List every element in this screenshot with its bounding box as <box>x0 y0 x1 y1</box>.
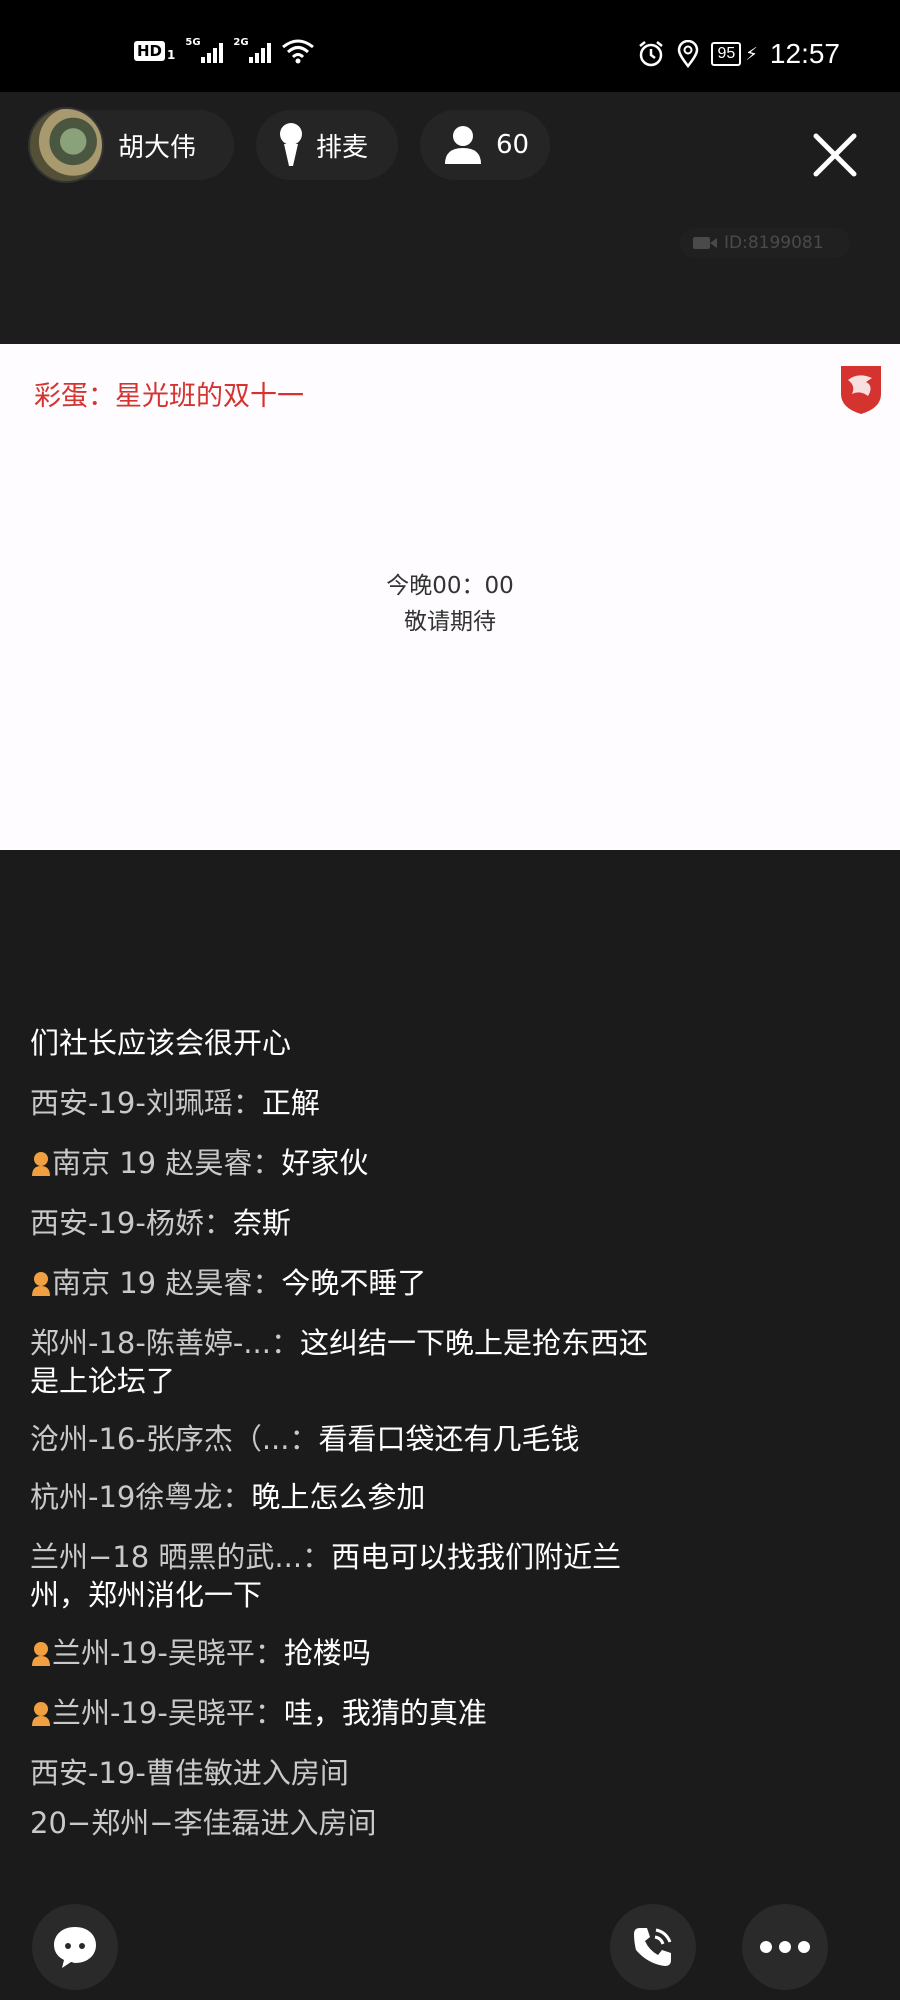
member-badge-icon <box>32 1642 50 1666</box>
chat-username[interactable]: 南京 19 赵昊睿： <box>52 1266 281 1300</box>
audience-count: 60 <box>496 130 530 160</box>
board-title: 彩蛋：星光班的双十一 <box>34 381 304 412</box>
chat-message: 西安-19-杨娇：奈斯 <box>30 1206 291 1240</box>
signal-5g-icon: 5G <box>185 37 224 63</box>
room-id: ID:8199081 <box>724 233 824 253</box>
host-avatar[interactable] <box>28 107 104 183</box>
join-notice: 西安-19-曹佳敏进入房间 <box>30 1756 349 1790</box>
chat-username[interactable]: 西安-19-杨娇： <box>30 1206 233 1240</box>
chat-message: 南京 19 赵昊睿：今晚不睡了 <box>30 1264 670 1302</box>
wifi-icon <box>282 39 315 64</box>
board-subtitle: 敬请期待 <box>404 609 496 635</box>
mic-queue-button[interactable]: 排麦 <box>256 110 398 180</box>
chat-username[interactable]: 兰州-19-吴晓平： <box>52 1636 284 1670</box>
board-time: 今晚00：00 <box>386 573 514 599</box>
member-badge-icon <box>32 1702 50 1726</box>
mic-queue-label: 排麦 <box>316 132 369 163</box>
more-dots-icon <box>760 1941 810 1953</box>
user-icon <box>445 126 481 164</box>
room-id-badge: ID:8199081 <box>680 228 850 258</box>
member-badge-icon <box>32 1272 50 1296</box>
msi-dragon-logo <box>841 366 881 414</box>
chat-message: 沧州-16-张序杰（...：看看口袋还有几毛钱 <box>30 1422 580 1456</box>
chat-message: 郑州-18-陈善婷-...：这纠结一下晚上是抢东西还是上论坛了 <box>30 1326 648 1398</box>
alarm-icon <box>639 41 664 67</box>
chat-message: 兰州−18 晒黑的武...：西电可以找我们附近兰州，郑州消化一下 <box>30 1540 622 1612</box>
location-icon <box>678 40 699 68</box>
signal-2g-icon: 2G <box>233 37 272 63</box>
phone-icon <box>634 1928 672 1966</box>
chat-username[interactable]: 西安-19-刘珮瑶： <box>30 1086 262 1120</box>
chat-username[interactable]: 兰州-19-吴晓平： <box>52 1696 284 1730</box>
chat-username[interactable]: 沧州-16-张序杰（...： <box>30 1422 319 1456</box>
chat-message: 杭州-19徐粤龙：晚上怎么参加 <box>30 1480 426 1514</box>
host-profile-button[interactable]: 胡大伟 <box>28 107 234 183</box>
charging-icon: ⚡ <box>745 43 758 65</box>
chat-username[interactable]: 兰州−18 晒黑的武...： <box>30 1540 331 1574</box>
chat-input-button[interactable] <box>32 1904 118 1990</box>
host-name: 胡大伟 <box>118 132 197 163</box>
close-icon[interactable] <box>808 128 862 182</box>
status-bar: HD 1 5G 2G 95 ⚡ 12:57 <box>0 0 900 92</box>
join-notice: 20−郑州−李佳磊进入房间 <box>30 1806 377 1840</box>
chat-message: 西安-19-刘珮瑶：正解 <box>30 1086 320 1120</box>
chat-message: 们社长应该会很开心 <box>30 1026 292 1060</box>
chat-bubble-icon <box>54 1927 96 1968</box>
battery-indicator: 95 <box>711 42 742 66</box>
member-badge-icon <box>32 1152 50 1176</box>
chat-message: 兰州-19-吴晓平：哇，我猜的真准 <box>30 1694 670 1732</box>
hd-voice-sub: 1 <box>167 48 176 62</box>
clock: 12:57 <box>769 38 840 69</box>
chat-message: 南京 19 赵昊睿：好家伙 <box>30 1144 670 1182</box>
audience-count-button[interactable]: 60 <box>420 110 550 180</box>
microphone-icon <box>280 123 302 166</box>
more-options-button[interactable] <box>742 1904 828 1990</box>
announcement-board: 彩蛋：星光班的双十一 今晚00：00 敬请期待 <box>0 344 900 850</box>
chat-username[interactable]: 南京 19 赵昊睿： <box>52 1146 281 1180</box>
chat-username[interactable]: 郑州-18-陈善婷-...： <box>30 1326 300 1360</box>
voice-call-button[interactable] <box>610 1904 696 1990</box>
hd-voice-badge: HD <box>134 41 166 61</box>
chat-username[interactable]: 杭州-19徐粤龙： <box>30 1480 251 1514</box>
video-camera-icon <box>693 237 717 249</box>
chat-list: 们社长应该会很开心 西安-19-刘珮瑶：正解 南京 19 赵昊睿：好家伙 西安-… <box>30 1024 670 1864</box>
room-header: 胡大伟 排麦 60 ID:8199081 <box>0 92 900 344</box>
chat-message: 兰州-19-吴晓平：抢楼吗 <box>30 1634 670 1672</box>
